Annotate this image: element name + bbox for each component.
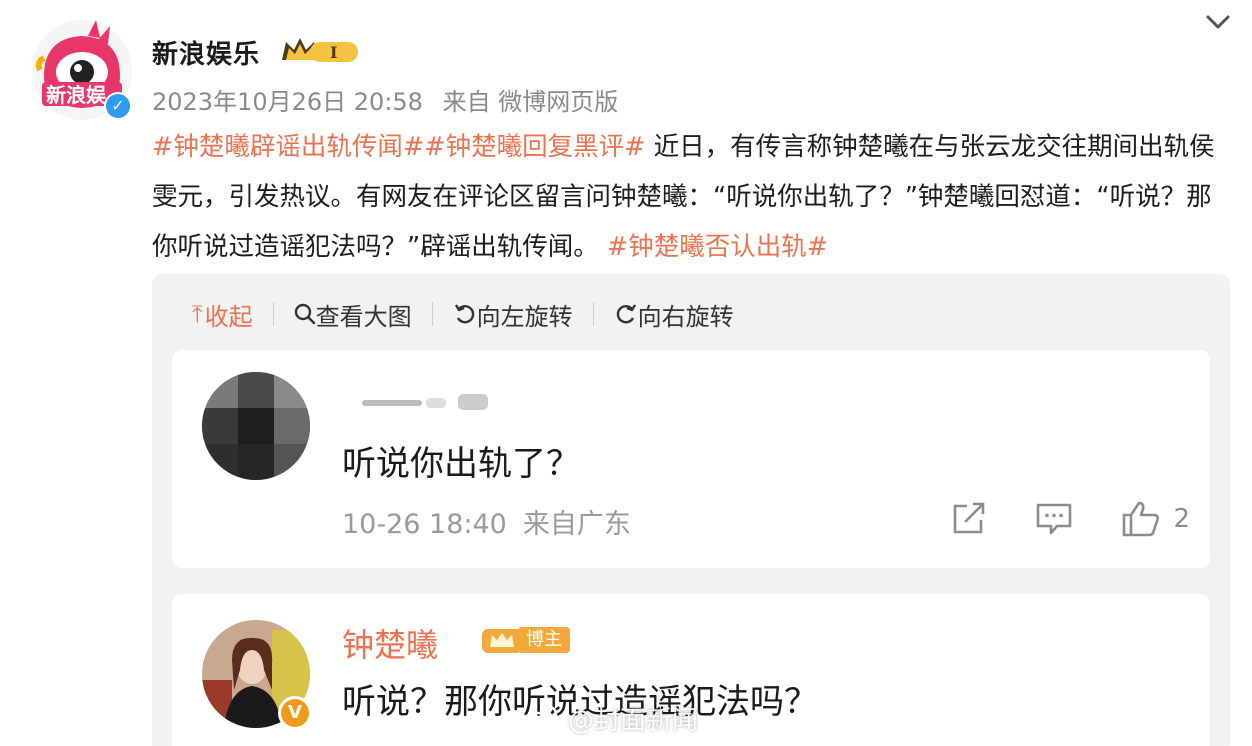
hashtag-link[interactable]: #钟楚曦回复黑评# — [424, 132, 645, 162]
comment-date: 10-26 18:40 — [342, 509, 507, 540]
post-text: #钟楚曦辟谣出轨传闻##钟楚曦回复黑评# 近日，有传言称钟楚曦在与张云龙交往期间… — [152, 122, 1232, 272]
comment-actions: 2 — [903, 500, 1190, 538]
vip-level: I — [330, 43, 337, 62]
rotate-right-label: 向右旋转 — [637, 302, 734, 331]
expanded-image-card: ⤒ 收起 查看大图 向左旋转 向右旋转 听说你出轨了？ 10-26 18:40 … — [152, 274, 1230, 746]
image-toolbar: ⤒ 收起 查看大图 向左旋转 向右旋转 — [192, 294, 734, 334]
share-icon — [954, 502, 985, 534]
rotate-left-label: 向左旋转 — [476, 302, 573, 331]
verified-badge-icon: ✓ — [104, 92, 132, 120]
collapse-label: 收起 — [204, 302, 253, 331]
rotate-right-icon — [616, 304, 636, 324]
post-source: 来自 微博网页版 — [442, 88, 619, 116]
comment-text: 听说你出轨了？ — [342, 444, 580, 484]
crown-icon: I — [282, 38, 358, 62]
like-button[interactable]: 2 — [1121, 500, 1190, 538]
decorative-stripes — [1008, 702, 1210, 730]
svg-text:新浪娱: 新浪娱 — [46, 83, 107, 107]
comment-button[interactable] — [1035, 502, 1073, 536]
post-author-name[interactable]: 新浪娱乐 — [152, 34, 260, 71]
hashtag-link[interactable]: #钟楚曦辟谣出轨传闻# — [152, 132, 424, 162]
view-large-label: 查看大图 — [315, 302, 412, 331]
chevron-down-icon[interactable] — [1204, 12, 1232, 32]
post-meta: 2023年10月26日 20:58 来自 微博网页版 — [152, 82, 630, 117]
thumbs-up-icon — [1123, 501, 1160, 537]
gold-verified-icon: V — [278, 696, 312, 730]
rotate-right-button[interactable]: 向右旋转 — [614, 297, 734, 332]
blogger-name[interactable]: 钟楚曦 — [342, 620, 438, 666]
collapse-button[interactable]: ⤒ 收起 — [192, 297, 253, 332]
watermark-text: @封面新闻 — [568, 706, 699, 736]
vip-crown-badge[interactable]: I — [280, 36, 360, 66]
magnifier-icon — [294, 303, 315, 325]
rotate-left-button[interactable]: 向左旋转 — [453, 297, 573, 332]
comment-icon — [1037, 503, 1072, 535]
commenter-avatar-blurred[interactable] — [202, 372, 310, 480]
toolbar-divider — [431, 302, 433, 326]
view-large-button[interactable]: 查看大图 — [294, 297, 412, 332]
toolbar-divider — [272, 302, 274, 326]
toolbar-divider — [592, 302, 594, 326]
comment-item: 听说你出轨了？ 10-26 18:40 来自广东 2 — [172, 350, 1210, 568]
comment-location: 来自广东 — [522, 509, 631, 540]
commenter-name-blurred[interactable] — [362, 390, 502, 416]
post-date[interactable]: 2023年10月26日 20:58 — [152, 88, 423, 116]
rotate-left-icon — [454, 304, 474, 324]
watermark: @封面新闻 — [520, 700, 698, 737]
like-count: 2 — [1173, 504, 1190, 534]
collapse-arrow-icon: ⤒ — [192, 300, 203, 328]
share-button[interactable] — [951, 502, 987, 536]
hashtag-link[interactable]: #钟楚曦否认出轨# — [607, 232, 828, 262]
blogger-badge: 博主 — [480, 624, 570, 656]
blogger-tag: 博主 — [518, 627, 570, 653]
pixelated-avatar-icon — [202, 372, 310, 480]
weibo-logo-icon — [520, 705, 558, 734]
comment-meta: 10-26 18:40 来自广东 — [342, 502, 647, 541]
